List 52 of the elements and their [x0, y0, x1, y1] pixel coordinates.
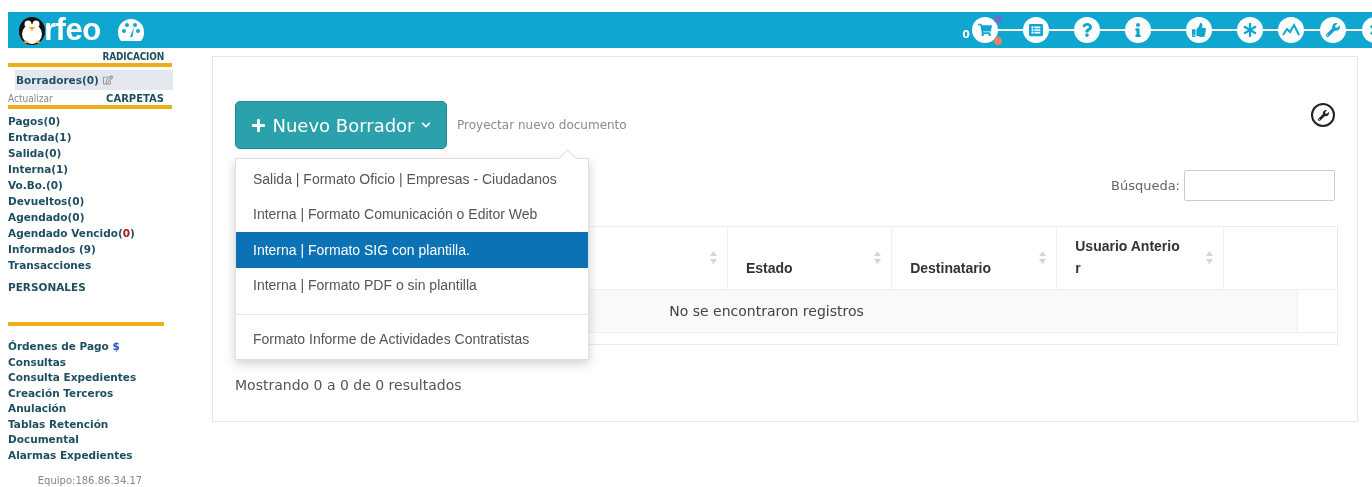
menu-item[interactable]: Interna | Formato SIG con plantilla.	[236, 232, 588, 268]
menu-link[interactable]: Anulación	[8, 401, 172, 417]
section-title: PERSONALES	[8, 280, 87, 295]
penguin-icon	[18, 15, 46, 45]
wrench-icon	[1317, 109, 1329, 121]
caret-icon	[420, 120, 431, 130]
menu-item[interactable]: Interna | Formato Comunicación o Editor Web	[236, 196, 588, 232]
menu-item[interactable]: Salida | Formato Oficio | Empresas - Ciudadanos	[236, 161, 588, 197]
settings-icon[interactable]	[1320, 17, 1346, 43]
folder-link[interactable]: Pagos(0)	[8, 113, 172, 129]
asterisk-icon[interactable]	[1237, 17, 1263, 43]
column-header[interactable]: Usuario Anterior	[1056, 226, 1224, 290]
menu-link[interactable]: Tablas Retención Documental	[8, 416, 172, 448]
column-header[interactable]: Destinatario	[891, 226, 1057, 290]
thumbs-up-icon[interactable]	[1186, 17, 1212, 43]
folder-link[interactable]: Informados (9)	[8, 241, 172, 257]
help-icon[interactable]	[1074, 17, 1100, 43]
refresh-link[interactable]: Actualizar	[8, 93, 53, 104]
logo-text: rfeo	[44, 12, 101, 48]
equipment-address: Equipo:186.86.34.17	[36, 475, 144, 486]
plus-icon	[251, 117, 267, 133]
section-title: CARPETAS	[106, 93, 164, 104]
sort-icon	[1039, 251, 1047, 264]
dashboard-icon[interactable]	[116, 18, 145, 42]
folder-link[interactable]: Vo.Bo.(0)	[8, 177, 172, 193]
results-summary: Mostrando 0 a 0 de 0 resultados	[235, 377, 463, 393]
folder-link[interactable]: Agendado Vencido(0)	[8, 225, 172, 241]
folder-link[interactable]: Devueltos(0)	[8, 193, 172, 209]
column-header[interactable]: Estado	[727, 226, 892, 290]
sort-icon	[874, 251, 882, 264]
folder-link[interactable]: Agendado(0)	[8, 209, 172, 225]
sort-icon	[709, 251, 717, 264]
cart-count: 0	[962, 28, 970, 41]
menu-link[interactable]: Consultas	[8, 354, 172, 370]
folder-link[interactable]: Transacciones	[8, 257, 172, 273]
search-field[interactable]	[1184, 170, 1335, 201]
list-icon[interactable]	[1023, 17, 1049, 43]
menu-link[interactable]: Alarmas Expedientes	[8, 447, 172, 463]
search-label: Búsqueda:	[1110, 178, 1180, 193]
menu-link[interactable]: Consulta Expedientes	[8, 370, 172, 386]
menu-link[interactable]: Creación Terceros	[8, 385, 172, 401]
sort-icon	[1206, 251, 1214, 264]
hint-text: Proyectar nuevo documento	[457, 118, 627, 132]
folder-link[interactable]: Interna(1)	[8, 161, 172, 177]
edit-icon[interactable]	[102, 75, 113, 85]
drafts-item[interactable]: Borradores(0)	[15, 70, 173, 90]
settings-button[interactable]	[1311, 103, 1335, 127]
info-icon[interactable]	[1125, 17, 1151, 43]
menu-link[interactable]: Órdenes de Pago $	[8, 339, 172, 355]
folder-link[interactable]: Salida(0)	[8, 145, 172, 161]
drafts-link[interactable]: Borradores(0)	[16, 74, 99, 86]
folder-link[interactable]: Entrada(1)	[8, 129, 172, 145]
